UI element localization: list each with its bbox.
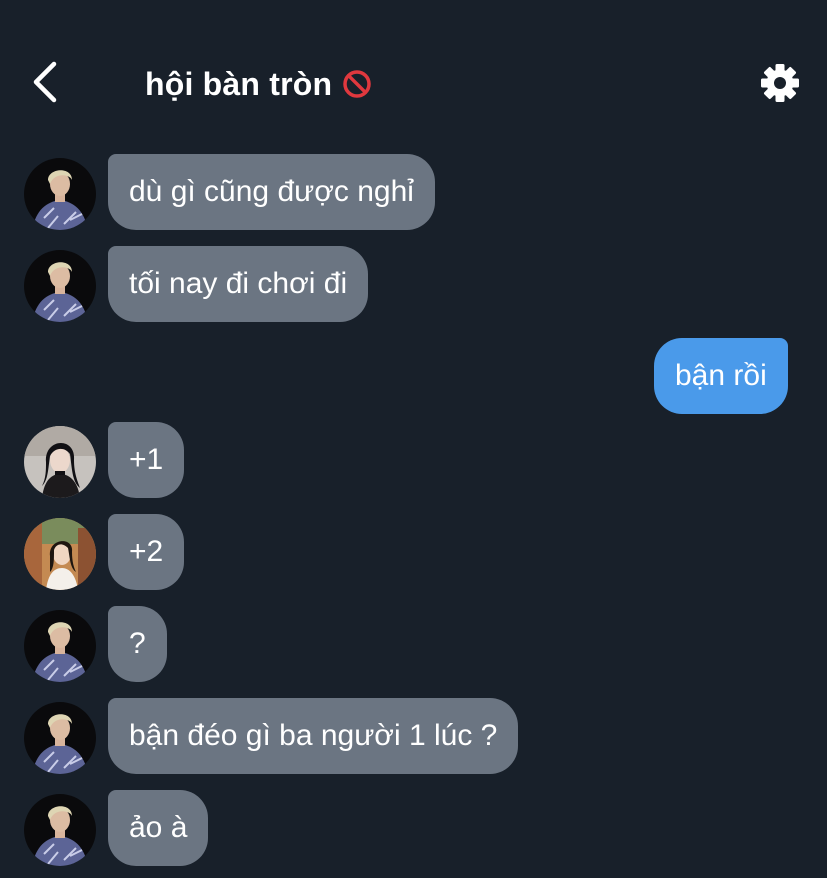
avatar-blond-member[interactable] [24,610,96,682]
settings-button[interactable] [758,61,802,105]
message-text: ảo à [129,811,188,844]
message-text: tối nay đi chơi đi [129,267,348,300]
chat-title-area: hội bàn tròn [145,66,372,102]
message-bubble-incoming[interactable]: ? [108,606,167,682]
back-button[interactable] [26,60,66,104]
message-bubble-incoming[interactable]: dù gì cũng được nghỉ [108,154,435,230]
message-bubble-outgoing[interactable]: bận rồi [654,338,788,414]
message-bubble-incoming[interactable]: +2 [108,514,185,590]
message-bubble-incoming[interactable]: +1 [108,422,185,498]
avatar-black-hair-member[interactable] [24,426,96,498]
message-text: dù gì cũng được nghỉ [129,175,414,208]
message-text: bận rồi [675,359,767,392]
message-text: ? [129,627,146,660]
message-bubble-incoming[interactable]: tối nay đi chơi đi [108,246,369,322]
avatar-blond-member[interactable] [24,158,96,230]
chat-title: hội bàn tròn [145,65,333,102]
chat-header: hội bàn tròn [0,0,827,150]
message-text: +2 [129,535,164,568]
message-bubble-incoming[interactable]: ảo à [108,790,209,866]
avatar-outdoor-member[interactable] [24,518,96,590]
avatar-blond-member[interactable] [24,794,96,866]
prohibited-icon [342,69,372,99]
message-bubble-incoming[interactable]: bận đéo gì ba người 1 lúc ? [108,698,519,774]
avatar-blond-member[interactable] [24,250,96,322]
avatar-blond-member[interactable] [24,702,96,774]
message-text: bận đéo gì ba người 1 lúc ? [129,719,498,752]
gear-icon [761,64,799,102]
message-text: +1 [129,443,164,476]
chevron-left-icon [33,61,57,103]
